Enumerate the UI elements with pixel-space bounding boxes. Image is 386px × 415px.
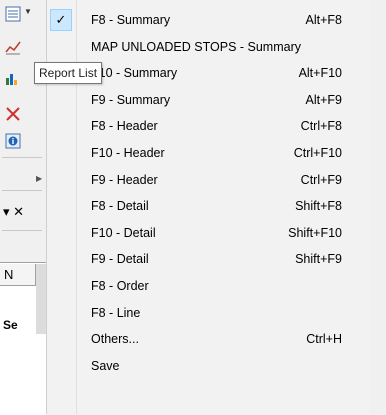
menu-item-label: F10 - Detail — [91, 225, 156, 240]
menu-item[interactable]: Save — [47, 354, 370, 378]
toolbar-separator — [2, 190, 42, 191]
line-chart-icon[interactable] — [3, 37, 23, 57]
menu-item[interactable]: F9 - Header Ctrl+F9 — [47, 168, 370, 192]
menu-item-shortcut: Shift+F10 — [288, 225, 342, 240]
menu-item-label: Others... — [91, 332, 139, 347]
menu-item-label: F9 - Summary — [91, 92, 171, 107]
menu-item-shortcut: Shift+F8 — [295, 199, 342, 214]
menu-item-label: F8 - Order — [91, 279, 149, 293]
dropdown-arrow-icon[interactable]: ▼ — [24, 7, 32, 16]
menu-item-label: F8 - Line — [91, 305, 141, 320]
info-icon[interactable] — [3, 131, 23, 151]
menu-item[interactable]: F8 - Detail Shift+F8 — [47, 194, 370, 218]
report-list-icon[interactable] — [3, 4, 23, 24]
menu-item-shortcut: Ctrl+F10 — [293, 146, 342, 160]
menu-item[interactable]: F9 - Detail Shift+F9 — [47, 247, 370, 271]
menu-item-label: F9 - Header — [91, 172, 158, 187]
menu-item-label: MAP UNLOADED STOPS - Summary — [91, 39, 301, 54]
menu-item[interactable]: F10 - Detail Shift+F10 — [47, 221, 370, 245]
tooltip: Report List — [34, 62, 103, 84]
menu-item-shortcut: Shift+F9 — [295, 252, 342, 267]
menu-item[interactable]: F9 - Summary Alt+F9 — [47, 88, 370, 112]
menu-item[interactable]: MAP UNLOADED STOPS - Summary — [47, 35, 370, 59]
menu-item-shortcut: Ctrl+H — [306, 332, 342, 347]
menu-item-label: Save — [91, 358, 120, 373]
menu-item[interactable]: F8 - Order — [47, 274, 370, 298]
toolbar-separator — [2, 230, 42, 231]
toolbar-separator — [2, 157, 42, 158]
menu-item-shortcut: Alt+F8 — [305, 13, 342, 27]
row-label: Se — [3, 318, 18, 332]
menu-item-shortcut: Alt+F10 — [298, 66, 342, 81]
menu-item[interactable]: F8 - Header Ctrl+F8 — [47, 114, 370, 138]
menu-item[interactable]: ✓ F8 - Summary Alt+F8 — [47, 8, 370, 32]
menu-item-shortcut: Alt+F9 — [305, 92, 342, 107]
menu-item-label: F9 - Detail — [91, 252, 149, 267]
menu-item[interactable]: Others... Ctrl+H — [47, 327, 370, 351]
menu-item-shortcut: Ctrl+F9 — [300, 172, 342, 187]
menu-item-label: F10 - Header — [91, 146, 165, 160]
scroll-right-icon[interactable]: ▶ — [36, 174, 42, 183]
menu-item[interactable]: F10 - Header Ctrl+F10 — [47, 141, 370, 165]
dropdown-close-icon[interactable]: ▾ ✕ — [3, 204, 24, 220]
menu-item-shortcut: Ctrl+F8 — [300, 119, 342, 134]
menu-item-label: F8 - Detail — [91, 199, 149, 214]
menu-item-label: F8 - Summary — [91, 13, 171, 27]
column-header[interactable]: N — [0, 264, 36, 286]
menu-item[interactable]: F8 - Line — [47, 301, 370, 325]
menu-item-label: F8 - Header — [91, 119, 158, 134]
bar-chart-icon[interactable] — [3, 68, 23, 88]
delete-icon[interactable] — [3, 104, 23, 124]
menu-item-label: F10 - Summary — [91, 66, 178, 81]
checkmark-icon: ✓ — [50, 9, 72, 31]
scrollbar[interactable] — [36, 264, 46, 334]
